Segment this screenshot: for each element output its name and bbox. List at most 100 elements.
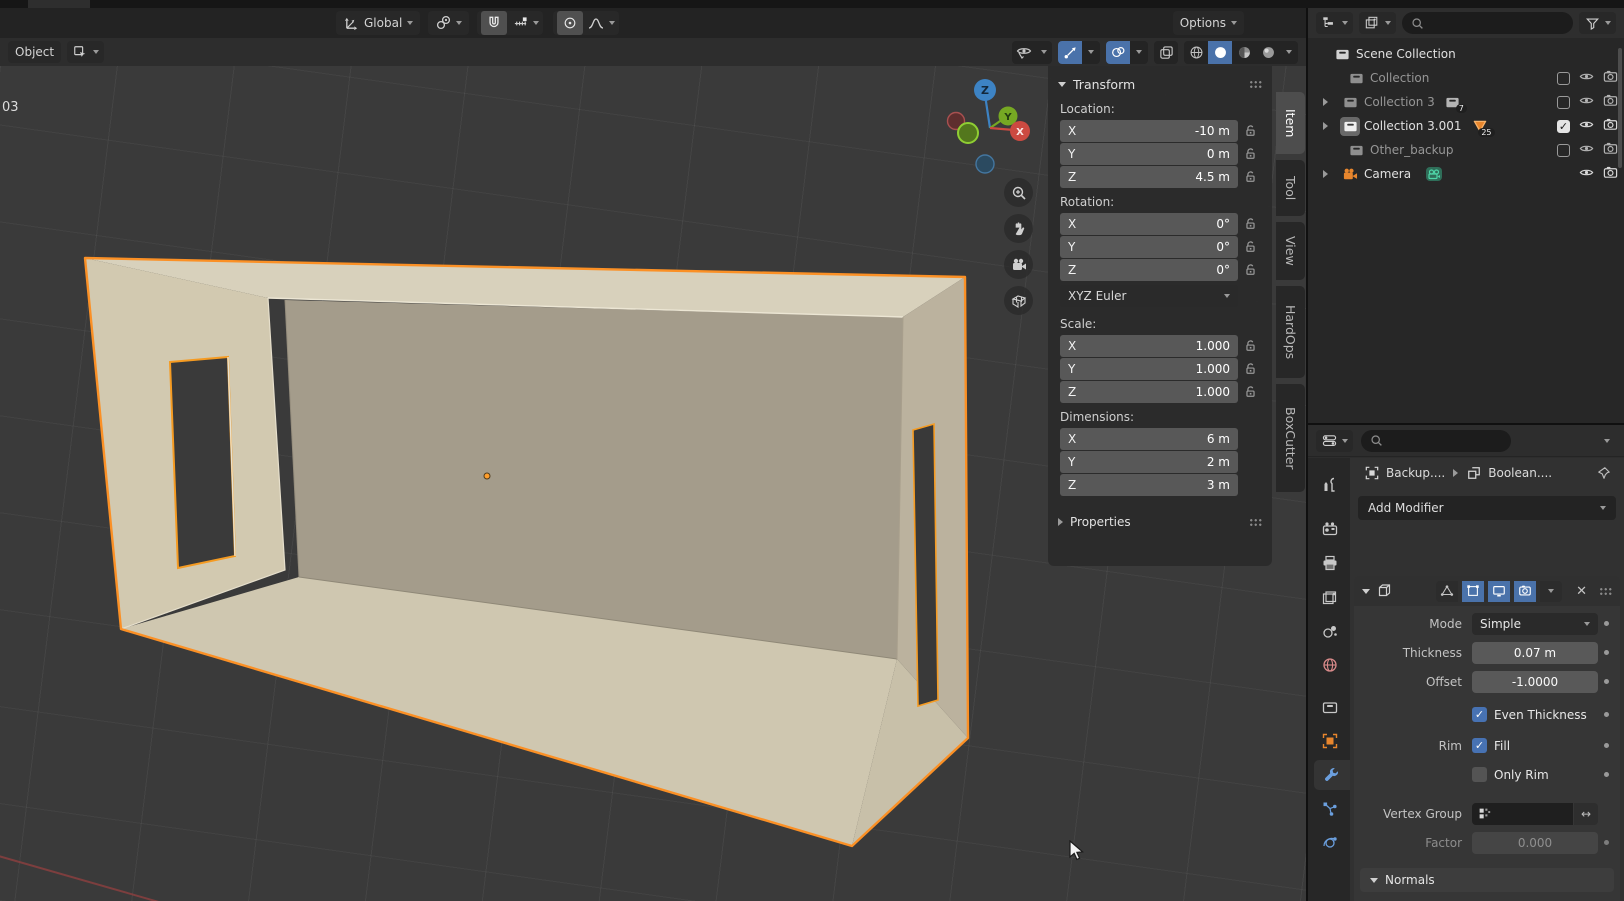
lock-icon[interactable] bbox=[1238, 124, 1262, 138]
lock-icon[interactable] bbox=[1238, 147, 1262, 161]
show-overlays-toggle[interactable] bbox=[1106, 41, 1130, 64]
rotation-z-field[interactable]: Z0° bbox=[1060, 259, 1238, 281]
mode-icon-dropdown[interactable] bbox=[67, 41, 104, 63]
proportional-falloff-icon[interactable] bbox=[588, 15, 604, 31]
animate-dot[interactable] bbox=[1604, 712, 1609, 717]
options-dropdown[interactable]: Options bbox=[1173, 11, 1244, 35]
hide-eye-icon[interactable] bbox=[1579, 69, 1594, 87]
outliner-row-other-backup[interactable]: Other_backup bbox=[1308, 138, 1624, 162]
lock-icon[interactable] bbox=[1238, 339, 1262, 353]
location-x-field[interactable]: X-10 m bbox=[1060, 120, 1238, 142]
modifier-extras-dropdown[interactable] bbox=[1540, 581, 1562, 602]
exclude-checkbox-checked[interactable]: ✓ bbox=[1557, 120, 1570, 133]
expand-arrow-icon[interactable] bbox=[1318, 170, 1332, 178]
xray-toggle[interactable] bbox=[1154, 41, 1178, 64]
drag-dots-icon[interactable] bbox=[1249, 518, 1262, 527]
scale-y-field[interactable]: Y1.000 bbox=[1060, 358, 1238, 380]
show-on-cage-toggle[interactable] bbox=[1436, 581, 1458, 602]
sidebar-tab-tool[interactable]: Tool bbox=[1276, 160, 1305, 216]
chevron-down-icon[interactable] bbox=[533, 21, 539, 25]
material-preview-shading-button[interactable] bbox=[1232, 41, 1256, 64]
chevron-down-icon[interactable] bbox=[609, 21, 615, 25]
outliner-row-collection[interactable]: Collection bbox=[1308, 66, 1624, 90]
animate-dot[interactable] bbox=[1604, 679, 1609, 684]
tab-object[interactable] bbox=[1313, 726, 1347, 756]
lock-icon[interactable] bbox=[1238, 240, 1262, 254]
invert-vertex-group-button[interactable]: ↔ bbox=[1574, 803, 1598, 825]
expand-arrow-icon[interactable] bbox=[1318, 98, 1332, 106]
object-visibility-dropdown[interactable] bbox=[1012, 41, 1052, 64]
sidebar-tab-hardops[interactable]: HardOps bbox=[1276, 286, 1305, 378]
properties-search-input[interactable] bbox=[1361, 430, 1511, 452]
scale-x-field[interactable]: X1.000 bbox=[1060, 335, 1238, 357]
outliner-display-mode-dropdown[interactable] bbox=[1316, 12, 1353, 34]
rotation-x-field[interactable]: X0° bbox=[1060, 213, 1238, 235]
tab-world[interactable] bbox=[1313, 650, 1347, 680]
navigation-gizmo[interactable]: Z Y X bbox=[930, 70, 1040, 182]
render-camera-icon[interactable] bbox=[1603, 141, 1618, 159]
exclude-checkbox[interactable] bbox=[1557, 144, 1570, 157]
fill-checkbox[interactable]: ✓ bbox=[1472, 738, 1487, 753]
exclude-checkbox[interactable] bbox=[1557, 72, 1570, 85]
zoom-button[interactable] bbox=[1004, 178, 1033, 207]
only-rim-checkbox[interactable] bbox=[1472, 767, 1487, 782]
hide-eye-icon[interactable] bbox=[1579, 117, 1594, 135]
pan-hand-button[interactable] bbox=[1004, 214, 1033, 243]
gizmo-dropdown[interactable] bbox=[1082, 41, 1100, 64]
sidebar-tab-item[interactable]: Item bbox=[1276, 92, 1305, 154]
dimensions-z-field[interactable]: Z3 m bbox=[1060, 474, 1238, 496]
axis-neg-y-ball[interactable] bbox=[958, 123, 978, 143]
breadcrumb-modifier-name[interactable]: Boolean.... bbox=[1488, 466, 1552, 480]
tab-render[interactable] bbox=[1313, 514, 1347, 544]
drag-dots-icon[interactable] bbox=[1249, 80, 1262, 89]
workspace-tab-sliver[interactable] bbox=[28, 0, 90, 8]
outliner-search-input[interactable] bbox=[1402, 12, 1573, 34]
axis-neg-z-ball[interactable] bbox=[976, 155, 994, 173]
exclude-checkbox[interactable] bbox=[1557, 96, 1570, 109]
scale-z-field[interactable]: Z1.000 bbox=[1060, 381, 1238, 403]
lock-icon[interactable] bbox=[1238, 362, 1262, 376]
offset-field[interactable]: -1.0000 bbox=[1472, 671, 1598, 693]
transform-orientation-dropdown[interactable]: Global bbox=[336, 11, 420, 35]
factor-field[interactable]: 0.000 bbox=[1472, 832, 1598, 854]
editor-type-dropdown[interactable] bbox=[1316, 430, 1353, 452]
pin-icon[interactable] bbox=[1596, 465, 1612, 481]
hide-eye-icon[interactable] bbox=[1579, 165, 1594, 183]
show-in-edit-mode-toggle[interactable] bbox=[1462, 581, 1484, 602]
solid-shading-button[interactable] bbox=[1208, 41, 1232, 64]
render-camera-icon[interactable] bbox=[1603, 69, 1618, 87]
show-in-render-toggle[interactable] bbox=[1514, 581, 1536, 602]
hide-eye-icon[interactable] bbox=[1579, 93, 1594, 111]
show-in-viewport-toggle[interactable] bbox=[1488, 581, 1510, 602]
animate-dot[interactable] bbox=[1604, 621, 1609, 626]
wireframe-shading-button[interactable] bbox=[1184, 41, 1208, 64]
location-z-field[interactable]: Z4.5 m bbox=[1060, 166, 1238, 188]
rendered-shading-button[interactable] bbox=[1256, 41, 1280, 64]
even-thickness-checkbox[interactable]: ✓ bbox=[1472, 707, 1487, 722]
outliner-scrollbar[interactable] bbox=[1618, 48, 1622, 168]
dimensions-x-field[interactable]: X6 m bbox=[1060, 428, 1238, 450]
tab-collection[interactable] bbox=[1313, 692, 1347, 722]
lock-icon[interactable] bbox=[1238, 170, 1262, 184]
lock-icon[interactable] bbox=[1238, 385, 1262, 399]
overlays-dropdown[interactable] bbox=[1130, 41, 1148, 64]
snap-magnet-toggle[interactable] bbox=[481, 11, 507, 35]
outliner-filter-id-dropdown[interactable] bbox=[1359, 12, 1396, 34]
shading-dropdown[interactable] bbox=[1280, 41, 1298, 64]
tab-modifiers[interactable] bbox=[1314, 760, 1350, 790]
outliner-row-scene-collection[interactable]: Scene Collection bbox=[1308, 42, 1624, 66]
add-modifier-dropdown[interactable]: Add Modifier bbox=[1358, 496, 1616, 520]
proportional-editing-toggle[interactable] bbox=[557, 11, 583, 35]
orthographic-toggle-button[interactable] bbox=[1004, 286, 1033, 315]
breadcrumb-object-name[interactable]: Backup.... bbox=[1386, 466, 1445, 480]
location-y-field[interactable]: Y0 m bbox=[1060, 143, 1238, 165]
render-camera-icon[interactable] bbox=[1603, 93, 1618, 111]
animate-dot[interactable] bbox=[1604, 840, 1609, 845]
tab-particles[interactable] bbox=[1313, 794, 1347, 824]
sidebar-tab-boxcutter[interactable]: BoxCutter bbox=[1276, 384, 1305, 492]
animate-dot[interactable] bbox=[1604, 650, 1609, 655]
outliner-filter-dropdown[interactable] bbox=[1579, 12, 1616, 34]
snap-settings-icon[interactable] bbox=[512, 15, 528, 31]
render-camera-icon[interactable] bbox=[1603, 117, 1618, 135]
properties-panel-header[interactable]: Properties bbox=[1048, 510, 1272, 534]
